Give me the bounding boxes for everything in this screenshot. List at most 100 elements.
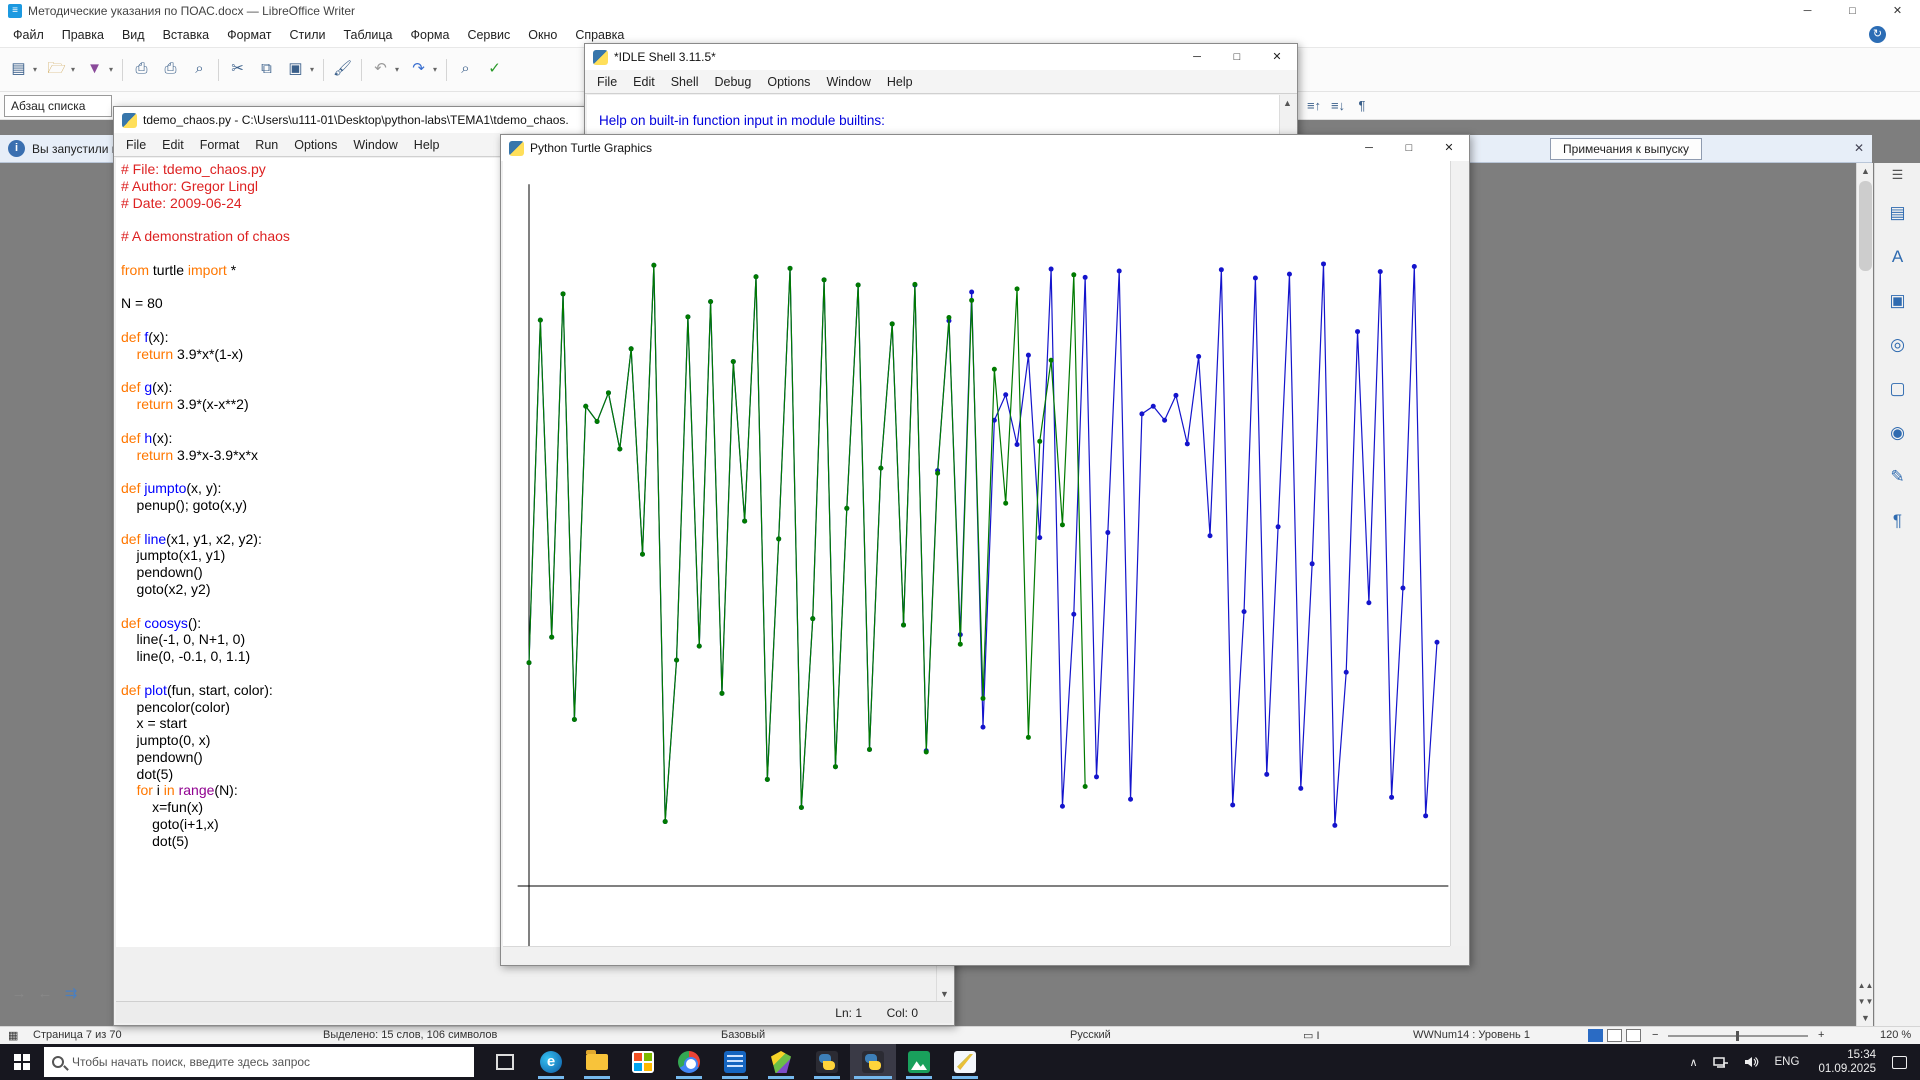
menu-правка[interactable]: Правка [53, 24, 113, 46]
sidebar-tab-properties[interactable]: ▤ [1883, 198, 1913, 228]
zoom-level[interactable]: 120 % [1880, 1029, 1911, 1041]
document-scrollbar[interactable]: ▲ ▲▲ ▼▼ ▼ [1856, 163, 1873, 1026]
paragraph-style-combo[interactable]: Абзац списка [4, 95, 112, 117]
sidebar-tab-accessibility-check[interactable]: ◉ [1883, 418, 1913, 448]
taskbar-microsoft-store[interactable] [620, 1044, 666, 1080]
paste-icon[interactable]: ▣ [282, 56, 309, 83]
idle-menu-shell[interactable]: Shell [663, 72, 707, 92]
save-icon[interactable]: ▼ [81, 56, 108, 83]
taskbar-photos[interactable] [896, 1044, 942, 1080]
cut-icon[interactable]: ✂ [224, 56, 251, 83]
idle-menu-edit[interactable]: Edit [625, 72, 663, 92]
editor-menu-format[interactable]: Format [192, 135, 248, 155]
taskbar-python-turtle-active[interactable] [850, 1044, 896, 1080]
maximize-button[interactable]: □ [1830, 0, 1875, 22]
taskbar-python-idle[interactable] [804, 1044, 850, 1080]
taskbar-file-explorer[interactable] [574, 1044, 620, 1080]
spelling-icon[interactable]: ✓ [481, 56, 508, 83]
navigate-icon[interactable]: ⇉ [58, 982, 84, 1006]
idle-minimize-button[interactable]: ─ [1177, 44, 1217, 70]
network-icon[interactable] [1706, 1055, 1736, 1069]
start-button[interactable] [0, 1044, 44, 1080]
taskbar-clock[interactable]: 15:34 01.09.2025 [1808, 1048, 1886, 1076]
idle-menu-options[interactable]: Options [759, 72, 818, 92]
menu-вставка[interactable]: Вставка [154, 24, 218, 46]
page-count[interactable]: Страница 7 из 70 [33, 1029, 122, 1041]
editor-menu-help[interactable]: Help [406, 135, 448, 155]
paste-dropdown-icon[interactable]: ▾ [310, 57, 319, 83]
turtle-titlebar[interactable]: Python Turtle Graphics ─ □ ✕ [501, 135, 1469, 161]
menu-вид[interactable]: Вид [113, 24, 154, 46]
open-dropdown-icon[interactable]: ▾ [71, 57, 80, 83]
word-count[interactable]: Выделено: 15 слов, 106 символов [323, 1029, 497, 1041]
redo-icon[interactable]: ↷ [405, 56, 432, 83]
turtle-close-button[interactable]: ✕ [1429, 135, 1469, 161]
book-view-button[interactable] [1626, 1029, 1641, 1042]
language-indicator[interactable]: ENG [1766, 1056, 1809, 1068]
idle-maximize-button[interactable]: □ [1217, 44, 1257, 70]
find-next-icon[interactable]: ← [32, 982, 58, 1006]
idle-menu-debug[interactable]: Debug [707, 72, 760, 92]
page-style[interactable]: Базовый [721, 1029, 765, 1041]
update-notification-icon[interactable]: ↻ [1869, 26, 1886, 43]
editor-menu-options[interactable]: Options [286, 135, 345, 155]
print-preview-icon[interactable]: ⌕ [186, 56, 213, 83]
sort-ascending-icon[interactable]: ≡↑ [1302, 95, 1326, 117]
minimize-button[interactable]: ─ [1785, 0, 1830, 22]
sort-descending-icon[interactable]: ≡↓ [1326, 95, 1350, 117]
close-button[interactable]: ✕ [1875, 0, 1920, 22]
new-document-dropdown-icon[interactable]: ▾ [33, 57, 42, 83]
menu-формат[interactable]: Формат [218, 24, 280, 46]
menu-форма[interactable]: Форма [402, 24, 459, 46]
taskbar-search-box[interactable]: Чтобы начать поиск, введите здесь запрос [44, 1047, 474, 1077]
zoom-plus-icon[interactable]: + [1818, 1029, 1824, 1041]
hidden-icons-chevron[interactable]: ∧ [1681, 1056, 1705, 1069]
open-icon[interactable]: 🗁 [43, 56, 70, 83]
next-page-icon[interactable]: ▼▼ [1857, 994, 1874, 1010]
taskbar-graphics-app[interactable] [942, 1044, 988, 1080]
print-icon[interactable]: ⎙ [157, 56, 184, 83]
find-replace-icon[interactable]: ⌕ [452, 56, 479, 83]
formatting-marks-icon[interactable]: ¶ [1350, 95, 1374, 117]
idle-close-button[interactable]: ✕ [1257, 44, 1297, 70]
undo-dropdown-icon[interactable]: ▾ [395, 57, 404, 83]
scroll-up-icon[interactable]: ▲ [1857, 163, 1874, 179]
save-dropdown-icon[interactable]: ▾ [109, 57, 118, 83]
taskbar-shield-app[interactable] [758, 1044, 804, 1080]
task-view-button[interactable] [482, 1044, 528, 1080]
text-language[interactable]: Русский [1070, 1029, 1111, 1041]
idle-titlebar[interactable]: *IDLE Shell 3.11.5* ─ □ ✕ [585, 44, 1297, 70]
idle-scroll-up-icon[interactable]: ▲ [1280, 95, 1295, 108]
idle-menu-help[interactable]: Help [879, 72, 921, 92]
sidebar-settings-icon[interactable]: ☰ [1883, 167, 1913, 189]
taskbar-word-app[interactable] [712, 1044, 758, 1080]
sidebar-tab-style-inspector[interactable]: ¶ [1883, 506, 1913, 536]
scrollbar-thumb[interactable] [1859, 181, 1872, 271]
export-pdf-icon[interactable]: ⎙ [128, 56, 155, 83]
previous-page-icon[interactable]: ▲▲ [1857, 978, 1874, 994]
menu-окно[interactable]: Окно [519, 24, 566, 46]
multi-page-view-button[interactable] [1607, 1029, 1622, 1042]
turtle-vertical-scrollbar[interactable] [1450, 161, 1467, 946]
editor-menu-file[interactable]: File [118, 135, 154, 155]
sidebar-tab-character[interactable]: A [1883, 242, 1913, 272]
new-document-icon[interactable]: ▤ [5, 56, 32, 83]
sidebar-tab-gallery[interactable]: ▣ [1883, 286, 1913, 316]
redo-dropdown-icon[interactable]: ▾ [433, 57, 442, 83]
sidebar-tab-navigator[interactable]: ◎ [1883, 330, 1913, 360]
menu-таблица[interactable]: Таблица [334, 24, 401, 46]
zoom-minus-icon[interactable]: − [1652, 1029, 1658, 1041]
notification-center-button[interactable] [1886, 1052, 1912, 1072]
turtle-minimize-button[interactable]: ─ [1349, 135, 1389, 161]
release-notes-button[interactable]: Примечания к выпуску [1550, 138, 1702, 160]
undo-icon[interactable]: ↶ [367, 56, 394, 83]
turtle-horizontal-scrollbar[interactable] [503, 946, 1450, 963]
scroll-down-icon[interactable]: ▼ [1857, 1010, 1874, 1026]
editor-menu-window[interactable]: Window [345, 135, 405, 155]
taskbar-edge[interactable]: e [528, 1044, 574, 1080]
find-previous-icon[interactable]: → [6, 982, 32, 1006]
editor-menu-run[interactable]: Run [247, 135, 286, 155]
editor-scroll-down-icon[interactable]: ▼ [937, 989, 952, 999]
selection-mode-icon[interactable]: ▭ I [1303, 1029, 1320, 1042]
copy-icon[interactable]: ⧉ [253, 56, 280, 83]
